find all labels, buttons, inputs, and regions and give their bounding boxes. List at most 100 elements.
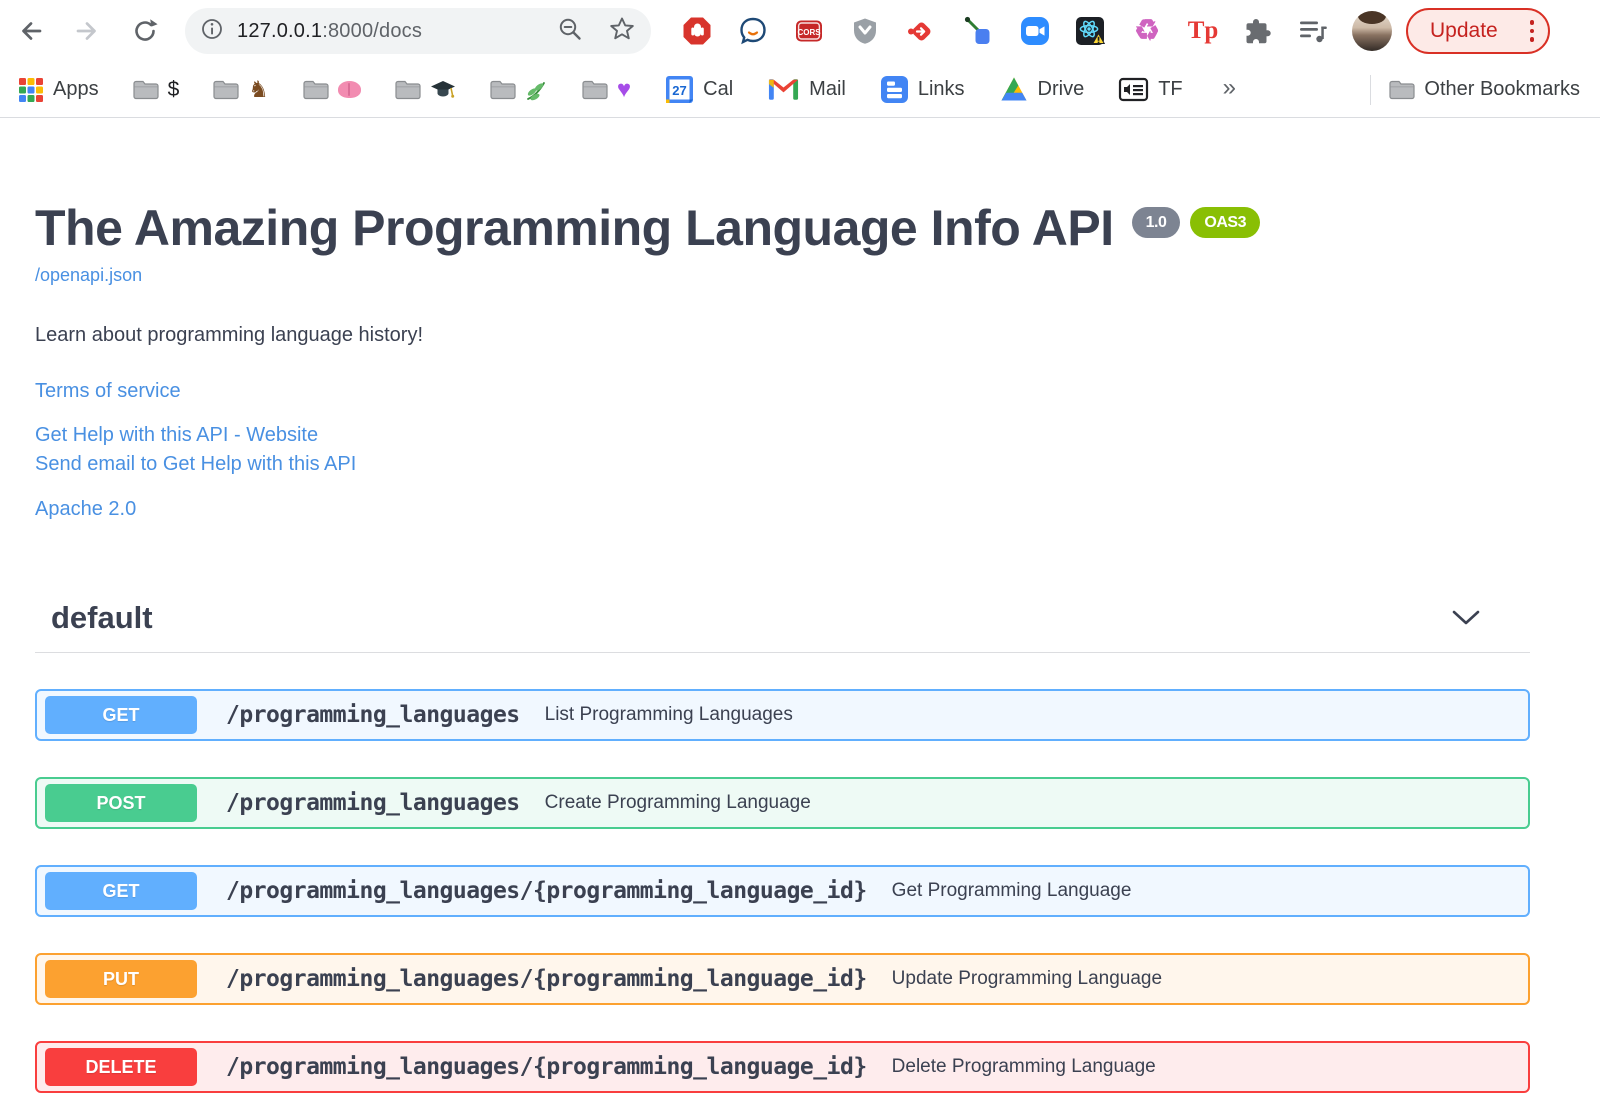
oas3-badge: OAS3 [1190,207,1260,239]
dollar-glyph: $ [167,78,180,101]
page-info-icon[interactable] [201,18,223,45]
chevron-down-icon[interactable] [1452,610,1480,626]
puzzle-extensions-icon[interactable] [1242,15,1274,47]
toggl-extension-icon[interactable]: Tp [1187,15,1219,47]
license-link[interactable]: Apache 2.0 [35,495,1530,524]
endpoint-path: /programming_languages [226,702,520,728]
openapi-json-link[interactable]: /openapi.json [35,265,142,286]
reload-icon[interactable] [128,14,162,48]
bookmark-folder-herb[interactable] [490,79,548,101]
browser-toolbar: 127.0.0.1:8000/docs CORS ♻ Tp Update [0,0,1600,62]
bookmarks-divider [1370,74,1372,105]
method-badge: DELETE [45,1048,197,1086]
update-label: Update [1430,19,1498,42]
recycle-extension-icon[interactable]: ♻ [1131,15,1163,47]
bookmarks-bar: Apps $ ♞ ♥ 27 Cal Mail Links Drive TF » … [0,62,1600,118]
method-badge: PUT [45,960,197,998]
swagger-ui-page: The Amazing Programming Language Info AP… [0,118,1600,1093]
endpoint-path: /programming_languages/{programming_lang… [226,1054,867,1080]
svg-text:27: 27 [672,83,686,98]
folder-icon [490,80,516,100]
update-button[interactable]: Update [1406,8,1550,54]
bookmark-folder-favorites[interactable]: ♥ [582,75,632,103]
section-header[interactable]: default [35,592,1530,653]
endpoint-summary: Get Programming Language [891,880,1132,901]
api-title-text: The Amazing Programming Language Info AP… [35,200,1114,256]
default-section: default GET /programming_languages List … [35,592,1530,1093]
blue-list-icon [880,76,908,103]
folder-icon [303,80,329,100]
back-icon[interactable] [14,14,48,48]
help-links-block: Get Help with this API - Website Send em… [35,421,1530,479]
endpoint-path: /programming_languages/{programming_lang… [226,966,867,992]
title-badges: 1.0 OAS3 [1131,207,1260,239]
endpoint-summary: Create Programming Language [544,792,811,813]
bookmark-apps[interactable]: Apps [18,77,99,103]
terms-of-service-link[interactable]: Terms of service [35,377,1530,406]
endpoint-row-get-list[interactable]: GET /programming_languages List Programm… [35,689,1530,741]
google-drive-icon [1001,77,1027,101]
bookmark-mail[interactable]: Mail [767,77,846,102]
chat-bubble-extension-icon[interactable] [737,15,769,47]
url-bar[interactable]: 127.0.0.1:8000/docs [185,8,651,54]
browser-menu-icon[interactable] [1529,20,1534,42]
bookmark-folder-brain[interactable] [303,79,361,100]
bookmark-folder-carousel[interactable]: ♞ [213,78,269,101]
herb-icon [527,81,545,100]
eyedropper-extension-icon[interactable] [961,15,993,47]
endpoint-summary: Delete Programming Language [891,1056,1156,1077]
red-arrow-extension-icon[interactable] [905,15,937,47]
bookmark-star-icon[interactable] [609,16,635,47]
graduation-cap-icon [430,80,455,98]
section-title: default [51,600,153,635]
other-bookmarks[interactable]: Other Bookmarks [1389,78,1580,101]
endpoint-summary: List Programming Languages [544,704,793,725]
react-devtools-extension-icon[interactable] [1074,15,1106,47]
endpoint-row-get-one[interactable]: GET /programming_languages/{programming_… [35,865,1530,917]
playlist-extension-icon[interactable] [1297,15,1329,47]
folder-icon [395,80,421,100]
endpoint-row-post-create[interactable]: POST /programming_languages Create Progr… [35,777,1530,829]
endpoint-row-delete[interactable]: DELETE /programming_languages/{programmi… [35,1041,1530,1093]
endpoint-path: /programming_languages [226,790,520,816]
folder-icon [132,80,159,100]
bookmark-drive[interactable]: Drive [999,76,1084,103]
api-description: Learn about programming language history… [35,324,424,346]
bookmark-calendar[interactable]: 27 Cal [665,75,733,104]
endpoint-path: /programming_languages/{programming_lang… [226,878,867,904]
svg-text:CORS: CORS [797,28,821,37]
other-bookmarks-group: Other Bookmarks [1352,74,1580,105]
apps-grid-icon [19,77,43,102]
help-email-link[interactable]: Send email to Get Help with this API [35,450,1530,479]
bookmark-folder-finance[interactable]: $ [132,78,180,101]
method-badge: POST [45,784,197,822]
google-calendar-icon: 27 [666,76,694,103]
cors-extension-icon[interactable]: CORS [793,15,825,47]
announce-box-icon [1119,77,1149,102]
bookmark-links[interactable]: Links [880,75,965,104]
adblock-extension-icon[interactable] [681,15,713,47]
help-website-link[interactable]: Get Help with this API - Website [35,421,1530,450]
zoom-extension-icon[interactable] [1019,15,1051,47]
gmail-icon [769,79,799,100]
zoom-out-icon[interactable] [557,16,583,47]
method-badge: GET [45,696,197,734]
forward-icon[interactable] [70,14,104,48]
endpoint-row-put-update[interactable]: PUT /programming_languages/{programming_… [35,953,1530,1005]
method-badge: GET [45,872,197,910]
bookmarks-overflow-chevron[interactable]: » [1223,74,1236,102]
brain-icon [337,81,361,98]
carousel-horse-icon: ♞ [248,76,269,102]
folder-icon [213,80,239,100]
pocket-shield-extension-icon[interactable] [849,15,881,47]
version-badge: 1.0 [1131,207,1181,239]
purple-heart-icon: ♥ [616,75,632,103]
page-title: The Amazing Programming Language Info AP… [35,200,1530,256]
profile-avatar[interactable] [1352,11,1392,51]
endpoint-summary: Update Programming Language [891,968,1163,989]
folder-icon [1389,80,1415,100]
url-text: 127.0.0.1:8000/docs [237,19,423,42]
folder-icon [582,80,608,100]
bookmark-tf[interactable]: TF [1118,74,1183,105]
bookmark-folder-education[interactable] [395,79,456,100]
